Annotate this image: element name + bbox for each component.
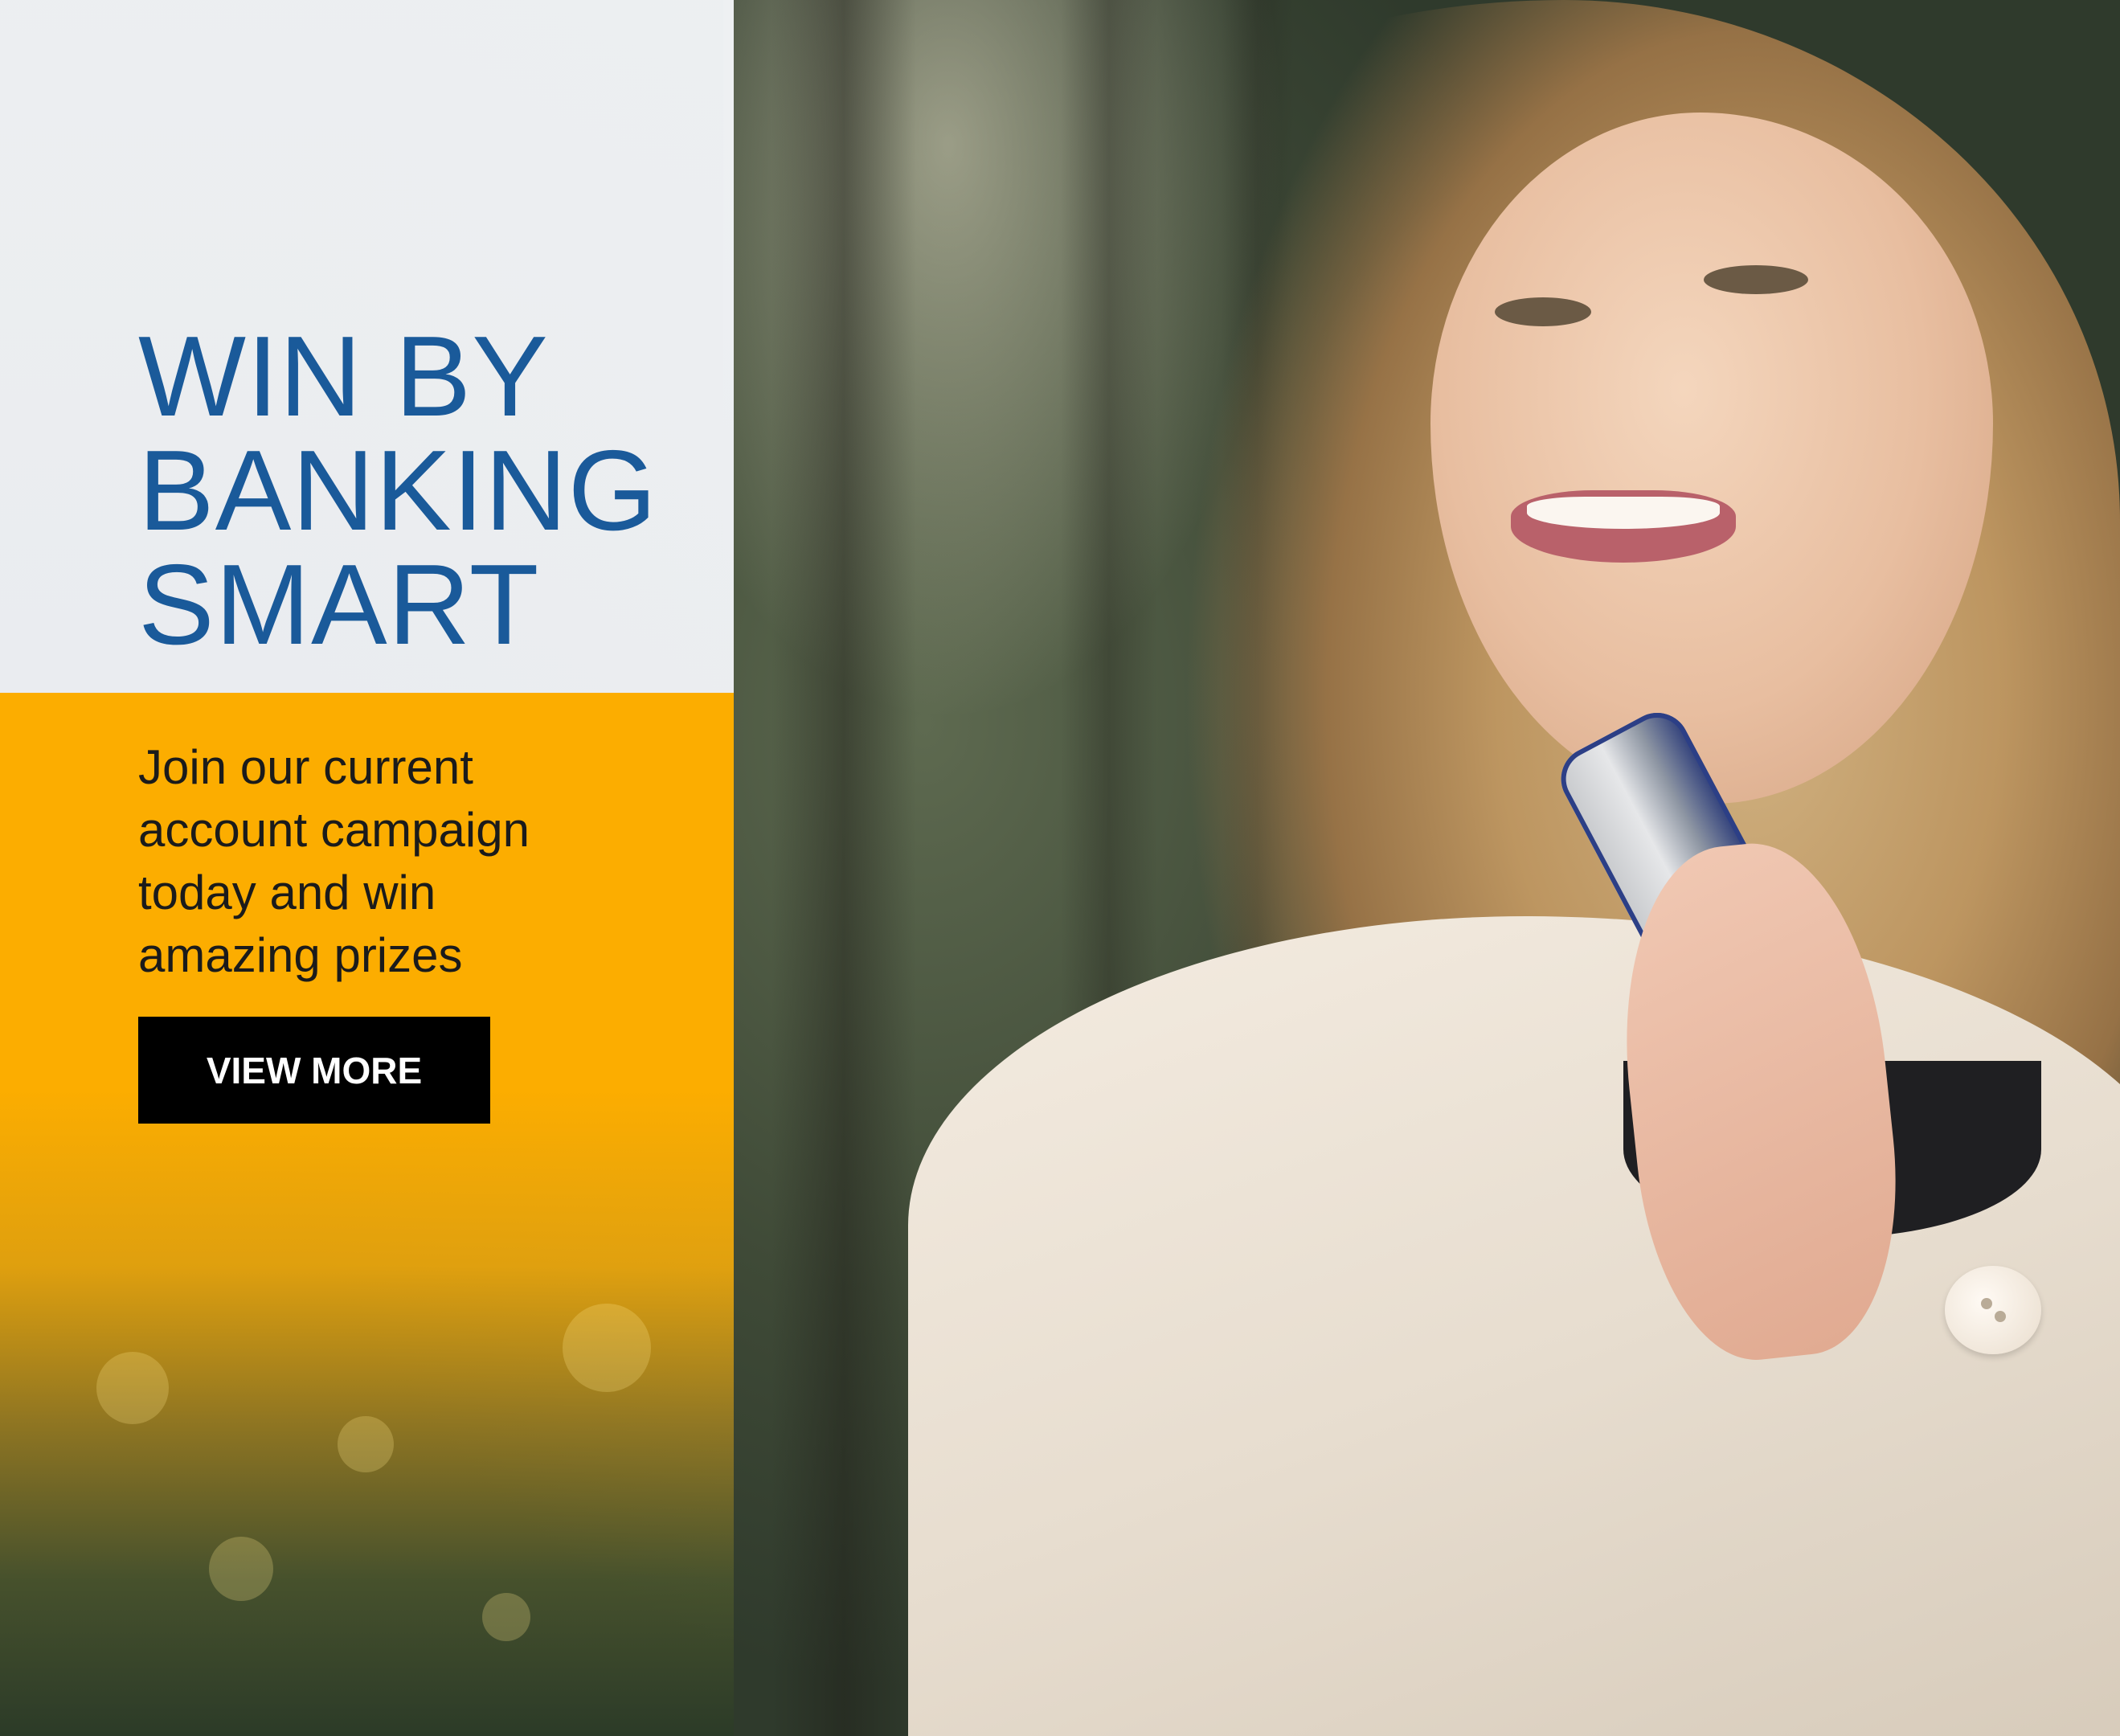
promo-description-line: today and win [138,866,436,919]
woman-coat [908,916,2120,1736]
headline-line: SMART [138,541,540,669]
promo-description-line: account campaign [138,803,530,857]
view-more-button[interactable]: VIEW MORE [138,1017,490,1124]
woman-eye [1495,297,1591,326]
coat-button [1945,1266,2041,1354]
promo-panel: WIN BY BANKING SMART Join our current ac… [0,0,734,1736]
promo-description-line: amazing prizes [138,928,463,982]
promo-description-line: Join our current [138,740,473,794]
woman-eye [1704,265,1808,294]
headline-line: BANKING [138,427,658,555]
promo-description: Join our current account campaign today … [138,736,701,987]
headline-line: WIN BY [138,313,549,440]
woman-teeth [1527,497,1720,529]
headline: WIN BY BANKING SMART [138,320,717,662]
